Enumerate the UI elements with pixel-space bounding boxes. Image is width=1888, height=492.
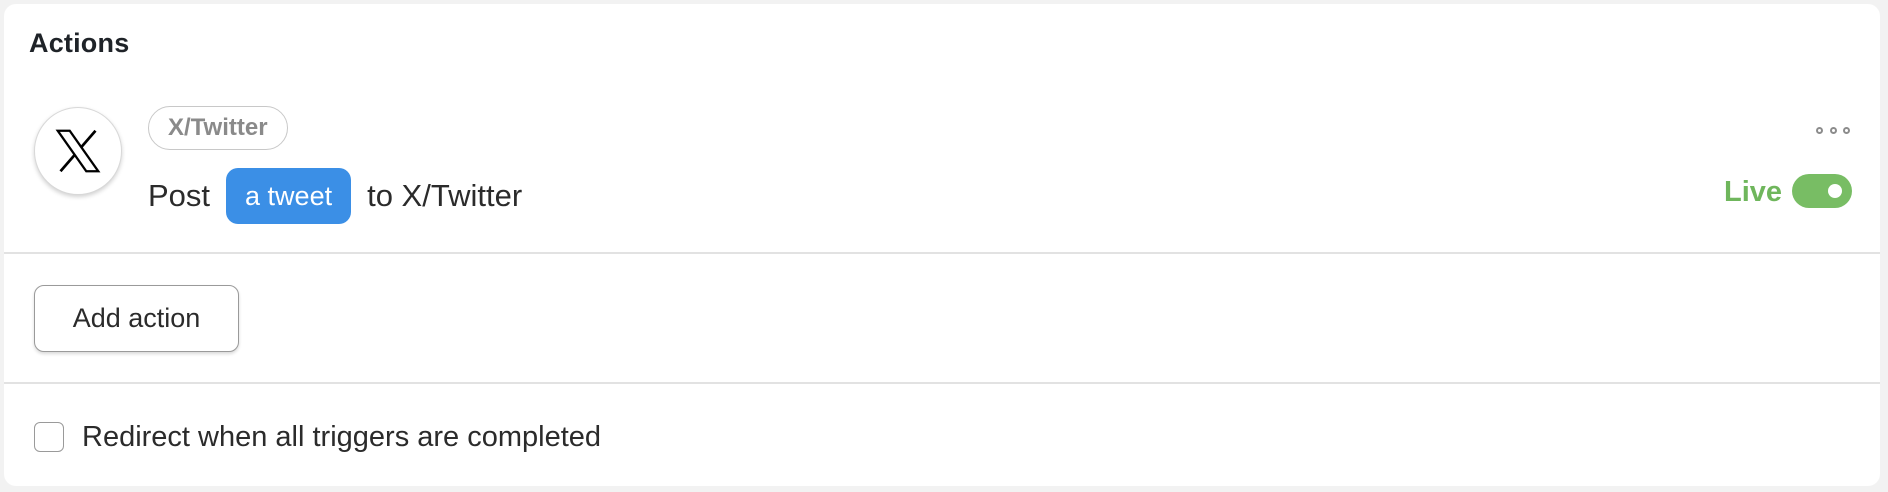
panel-title: Actions xyxy=(29,28,130,58)
action-verb: Post xyxy=(148,178,211,213)
redirect-option: Redirect when all triggers are completed xyxy=(34,419,601,455)
action-description: Post a tweet to X/Twitter xyxy=(148,168,522,224)
more-options-icon[interactable] xyxy=(1816,122,1850,138)
divider xyxy=(4,252,1880,254)
actions-panel: Actions X/Twitter Post a tweet to X/Twit… xyxy=(4,4,1880,486)
action-item[interactable]: X/Twitter Post a tweet to X/Twitter Live xyxy=(4,84,1880,256)
toggle-knob xyxy=(1828,184,1842,198)
service-tag: X/Twitter xyxy=(148,106,288,150)
status-label: Live xyxy=(1724,176,1783,208)
live-toggle[interactable] xyxy=(1792,174,1852,208)
redirect-label[interactable]: Redirect when all triggers are completed xyxy=(82,421,601,454)
x-twitter-logo-icon xyxy=(34,107,122,195)
divider xyxy=(4,382,1880,384)
add-action-button[interactable]: Add action xyxy=(34,285,239,352)
action-target: to X/Twitter xyxy=(367,178,523,213)
redirect-checkbox[interactable] xyxy=(34,422,64,452)
action-object-pill[interactable]: a tweet xyxy=(226,168,352,224)
